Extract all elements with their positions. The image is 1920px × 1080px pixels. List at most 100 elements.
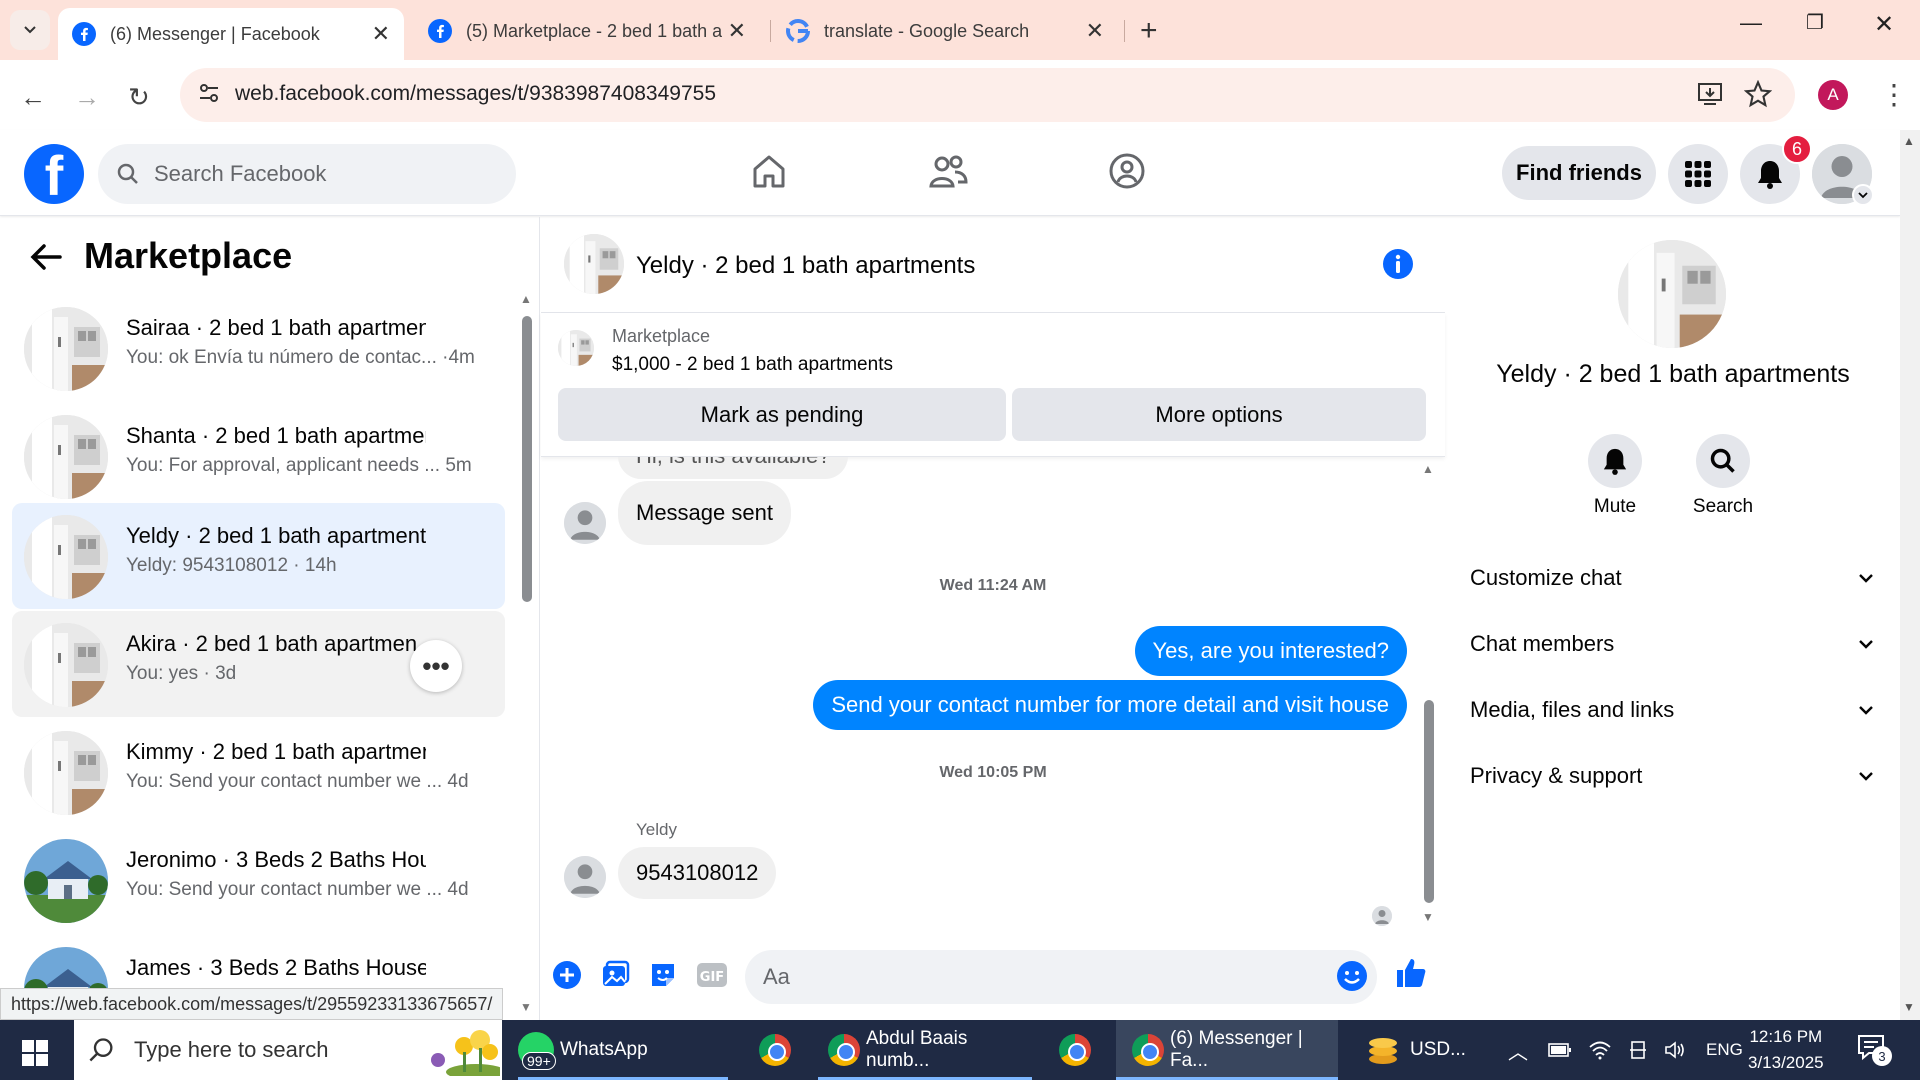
- scroll-up-arrow[interactable]: ▲: [1422, 462, 1434, 476]
- scroll-down-arrow[interactable]: ▼: [520, 1000, 532, 1014]
- whatsapp-badge: 99+: [522, 1052, 556, 1070]
- notification-badge: 6: [1782, 134, 1812, 164]
- chat-members-row[interactable]: Chat members: [1470, 621, 1874, 667]
- chrome-icon: [1059, 1034, 1091, 1066]
- volume-icon[interactable]: [1664, 1040, 1688, 1060]
- conversation-item[interactable]: Kimmy · 2 bed 1 bath apartments You: Sen…: [12, 719, 505, 825]
- mark-as-pending-button[interactable]: Mark as pending: [558, 388, 1006, 441]
- url-text: web.facebook.com/messages/t/938398740834…: [235, 82, 717, 105]
- language-indicator[interactable]: ENG: [1706, 1040, 1743, 1060]
- taskbar-whatsapp[interactable]: 99+ WhatsApp: [518, 1020, 728, 1080]
- plus-circle-icon[interactable]: [552, 960, 582, 990]
- conversation-item[interactable]: Shanta · 2 bed 1 bath apartments You: Fo…: [12, 403, 505, 509]
- action-center-button[interactable]: 3: [1856, 1032, 1892, 1067]
- tab-search-button[interactable]: [10, 10, 50, 50]
- scroll-up-arrow[interactable]: ▲: [1903, 134, 1915, 148]
- info-icon[interactable]: [1382, 248, 1414, 280]
- thumbs-up-icon[interactable]: [1394, 956, 1428, 990]
- taskbar-chrome-profile[interactable]: [1040, 1020, 1110, 1080]
- mute-button[interactable]: [1588, 434, 1642, 488]
- conversation-item[interactable]: Sairaa · 2 bed 1 bath apartments You: ok…: [12, 295, 505, 401]
- windows-start-icon[interactable]: [22, 1040, 48, 1066]
- tab-google-search[interactable]: translate - Google Search ✕: [772, 8, 1118, 54]
- scroll-up-arrow[interactable]: ▲: [520, 292, 532, 306]
- forward-button[interactable]: →: [74, 82, 100, 113]
- close-tab-icon[interactable]: ✕: [1086, 18, 1104, 44]
- browser-menu-button[interactable]: ⋮: [1880, 78, 1908, 111]
- address-bar[interactable]: web.facebook.com/messages/t/938398740834…: [180, 68, 1795, 122]
- taskbar-currency-widget[interactable]: USD...: [1366, 1020, 1496, 1080]
- install-app-icon[interactable]: [1696, 80, 1724, 108]
- facebook-logo[interactable]: f: [24, 144, 84, 204]
- customize-chat-row[interactable]: Customize chat: [1470, 555, 1874, 601]
- marketplace-label: Marketplace: [612, 326, 711, 346]
- conversation-item[interactable]: Jeronimo · 3 Beds 2 Baths House You: Sen…: [12, 827, 505, 933]
- sticker-icon[interactable]: [648, 960, 678, 990]
- row-label: Chat members: [1470, 631, 1615, 656]
- conversation-snippet: Yeldy: 9543108012 · 14h: [126, 555, 337, 576]
- message-timestamp: Wed 11:24 AM: [939, 577, 1047, 594]
- taskbar-chrome[interactable]: [740, 1020, 810, 1080]
- account-menu-chevron[interactable]: [1852, 184, 1874, 206]
- taskbar-chrome-window-abdul[interactable]: Abdul Baais numb...: [818, 1020, 1032, 1080]
- friends-icon[interactable]: [928, 152, 968, 190]
- contact-name: Yeldy · 2 bed 1 bath apartments: [1496, 360, 1850, 388]
- show-hidden-icons-chevron[interactable]: ︿: [1508, 1036, 1528, 1065]
- listing-price-title[interactable]: $1,000 - 2 bed 1 bath apartments: [612, 354, 893, 376]
- media-files-links-row[interactable]: Media, files and links: [1470, 687, 1874, 733]
- chat-avatar[interactable]: [564, 234, 624, 294]
- conversation-name: Kimmy · 2 bed 1 bath apartments: [126, 739, 426, 764]
- conversation-more-button[interactable]: •••: [410, 640, 462, 692]
- back-arrow-icon[interactable]: [30, 243, 62, 271]
- new-tab-button[interactable]: +: [1140, 14, 1158, 48]
- tab-messenger[interactable]: (6) Messenger | Facebook ✕: [58, 8, 404, 60]
- sender-avatar: [564, 502, 606, 544]
- home-icon[interactable]: [750, 152, 788, 190]
- taskbar-search-input[interactable]: Type here to search: [74, 1020, 502, 1080]
- minimize-button[interactable]: —: [1740, 10, 1762, 36]
- search-in-conversation-button[interactable]: [1696, 434, 1750, 488]
- privacy-support-row[interactable]: Privacy & support: [1470, 753, 1874, 799]
- bookmark-star-icon[interactable]: [1744, 80, 1772, 108]
- sender-avatar: [564, 856, 606, 898]
- search-icon: [1710, 448, 1735, 473]
- contact-photo[interactable]: [1618, 240, 1726, 348]
- photo-icon[interactable]: [600, 960, 630, 990]
- reload-button[interactable]: ↻: [128, 82, 150, 113]
- conversation-item-selected[interactable]: Yeldy · 2 bed 1 bath apartments Yeldy: 9…: [12, 503, 505, 609]
- conversation-list-panel: Marketplace Sairaa · 2 bed 1 bath apartm…: [0, 217, 540, 1020]
- emoji-icon[interactable]: [1336, 960, 1368, 992]
- close-tab-icon[interactable]: ✕: [728, 18, 746, 44]
- chat-title[interactable]: Yeldy · 2 bed 1 bath apartments: [636, 252, 975, 280]
- taskbar-chrome-window-messenger[interactable]: (6) Messenger | Fa...: [1116, 1020, 1338, 1080]
- scroll-down-arrow[interactable]: ▼: [1903, 1000, 1915, 1014]
- scroll-down-arrow[interactable]: ▼: [1422, 910, 1434, 924]
- gif-icon[interactable]: GIF: [696, 960, 728, 990]
- message-input[interactable]: Aa: [745, 950, 1377, 1004]
- device-icon[interactable]: [1628, 1040, 1648, 1060]
- chrome-icon: [828, 1034, 860, 1066]
- facebook-search-input[interactable]: Search Facebook: [98, 144, 516, 204]
- conversation-name: Sairaa · 2 bed 1 bath apartments: [126, 315, 426, 340]
- restore-button[interactable]: ❐: [1806, 10, 1824, 35]
- close-tab-icon[interactable]: ✕: [372, 21, 390, 47]
- thread-scrollbar[interactable]: [1424, 700, 1434, 903]
- conversation-list-scrollbar[interactable]: [522, 316, 532, 602]
- sender-name: Yeldy: [636, 820, 677, 839]
- find-friends-button[interactable]: Find friends: [1502, 146, 1656, 200]
- tab-marketplace[interactable]: (5) Marketplace - 2 bed 1 bath a ✕: [414, 8, 760, 54]
- wifi-icon[interactable]: [1588, 1040, 1612, 1060]
- page-scrollbar[interactable]: [1900, 130, 1920, 1020]
- close-window-button[interactable]: ✕: [1874, 10, 1894, 39]
- person-icon: [1372, 906, 1392, 926]
- taskbar-clock[interactable]: 12:16 PM 3/13/2025: [1748, 1024, 1824, 1076]
- site-info-icon[interactable]: [198, 82, 220, 104]
- battery-icon[interactable]: [1548, 1042, 1572, 1058]
- menu-button[interactable]: [1668, 144, 1728, 204]
- groups-icon[interactable]: [1108, 152, 1146, 190]
- back-button[interactable]: ←: [20, 82, 46, 113]
- listing-thumbnail: [24, 415, 108, 499]
- chevron-down-icon: [1859, 574, 1873, 583]
- more-options-button[interactable]: More options: [1012, 388, 1426, 441]
- browser-profile-avatar[interactable]: A: [1818, 80, 1848, 110]
